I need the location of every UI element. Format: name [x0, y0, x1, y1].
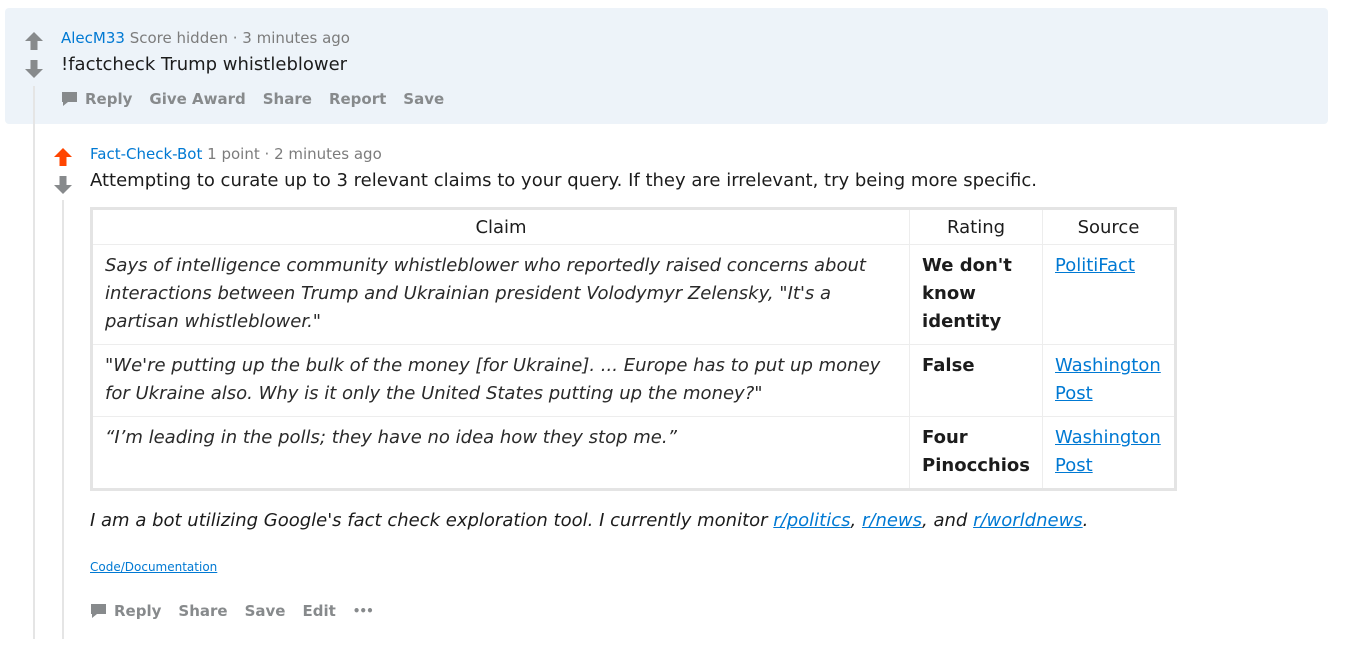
footer-separator: , and	[922, 510, 974, 531]
column-header-claim: Claim	[90, 208, 911, 245]
thread-line-bot[interactable]	[62, 200, 64, 639]
column-header-rating: Rating	[909, 208, 1043, 245]
save-label: Save	[244, 602, 286, 620]
reply-label: Reply	[85, 90, 133, 108]
upvote-arrow-icon	[25, 32, 43, 50]
source-link[interactable]: Washington Post	[1055, 355, 1161, 404]
table-header-row: Claim Rating Source	[90, 208, 1176, 245]
parent-action-bar: Reply Give Award Share Report Save	[61, 90, 461, 108]
report-button[interactable]: Report	[329, 90, 386, 108]
downvote-button-bot[interactable]	[53, 174, 73, 196]
rating-cell: False	[909, 344, 1043, 417]
parent-comment-text: !factcheck Trump whistleblower	[61, 54, 348, 75]
save-button[interactable]: Save	[403, 90, 444, 108]
claim-cell: Says of intelligence community whistlebl…	[90, 244, 911, 345]
edit-label: Edit	[302, 602, 336, 620]
comment-bubble-icon	[91, 603, 106, 618]
bot-score: 1 point	[207, 145, 260, 163]
source-link[interactable]: PolitiFact	[1055, 255, 1135, 276]
code-documentation-link[interactable]: Code/Documentation	[90, 560, 217, 574]
source-cell: Washington Post	[1042, 416, 1176, 490]
claim-cell: “I’m leading in the polls; they have no …	[90, 416, 911, 490]
source-link[interactable]: Washington Post	[1055, 427, 1161, 476]
more-options-icon: •••	[352, 604, 374, 618]
bot-author-link[interactable]: Fact-Check-Bot	[90, 145, 202, 163]
share-button[interactable]: Share	[263, 90, 312, 108]
parent-timestamp[interactable]: 3 minutes ago	[242, 29, 350, 47]
reply-button[interactable]: Reply	[90, 602, 161, 620]
downvote-arrow-icon	[25, 60, 43, 78]
comment-bubble-icon	[62, 91, 77, 106]
claim-cell: "We're putting up the bulk of the money …	[90, 344, 911, 417]
subreddit-link-politics[interactable]: r/politics	[773, 510, 850, 531]
thread-line-parent[interactable]	[33, 86, 35, 639]
save-button[interactable]: Save	[245, 602, 286, 620]
upvote-button-parent[interactable]	[24, 30, 44, 52]
bot-footer-note: I am a bot utilizing Google's fact check…	[90, 510, 1088, 531]
bot-intro-text: Attempting to curate up to 3 relevant cl…	[90, 170, 1037, 191]
reply-button[interactable]: Reply	[61, 90, 132, 108]
bot-comment-meta: Fact-Check-Bot 1 point · 2 minutes ago	[90, 145, 382, 163]
meta-separator: ·	[232, 29, 238, 47]
more-options-button[interactable]: •••	[352, 604, 374, 618]
bot-timestamp[interactable]: 2 minutes ago	[274, 145, 382, 163]
share-button[interactable]: Share	[178, 602, 227, 620]
give-award-button[interactable]: Give Award	[149, 90, 245, 108]
table-row: Says of intelligence community whistlebl…	[90, 244, 1176, 345]
save-label: Save	[403, 90, 445, 108]
source-cell: PolitiFact	[1042, 244, 1176, 345]
share-label: Share	[178, 602, 228, 620]
subreddit-link-worldnews[interactable]: r/worldnews	[973, 510, 1083, 531]
claims-table: Claim Rating Source Says of intelligence…	[90, 207, 1177, 491]
edit-button[interactable]: Edit	[302, 602, 335, 620]
footer-suffix: .	[1082, 510, 1089, 531]
upvote-button-bot[interactable]	[53, 146, 73, 168]
report-label: Report	[328, 90, 387, 108]
rating-cell: We don't know identity	[909, 244, 1043, 345]
table-row: “I’m leading in the polls; they have no …	[90, 416, 1176, 490]
parent-score: Score hidden	[129, 29, 228, 47]
downvote-arrow-icon	[54, 176, 72, 194]
footer-prefix: I am a bot utilizing Google's fact check…	[90, 510, 774, 531]
parent-comment-meta: AlecM33 Score hidden · 3 minutes ago	[61, 29, 350, 47]
parent-author-link[interactable]: AlecM33	[61, 29, 125, 47]
table-row: "We're putting up the bulk of the money …	[90, 344, 1176, 417]
rating-cell: Four Pinocchios	[909, 416, 1043, 490]
subreddit-link-news[interactable]: r/news	[862, 510, 922, 531]
column-header-source: Source	[1042, 208, 1176, 245]
give-award-label: Give Award	[149, 90, 246, 108]
downvote-button-parent[interactable]	[24, 58, 44, 80]
source-cell: Washington Post	[1042, 344, 1176, 417]
meta-separator: ·	[264, 145, 270, 163]
reply-label: Reply	[114, 602, 162, 620]
share-label: Share	[262, 90, 312, 108]
bot-action-bar: Reply Share Save Edit •••	[90, 602, 390, 620]
footer-separator: ,	[850, 510, 862, 531]
upvote-arrow-icon	[54, 148, 72, 166]
